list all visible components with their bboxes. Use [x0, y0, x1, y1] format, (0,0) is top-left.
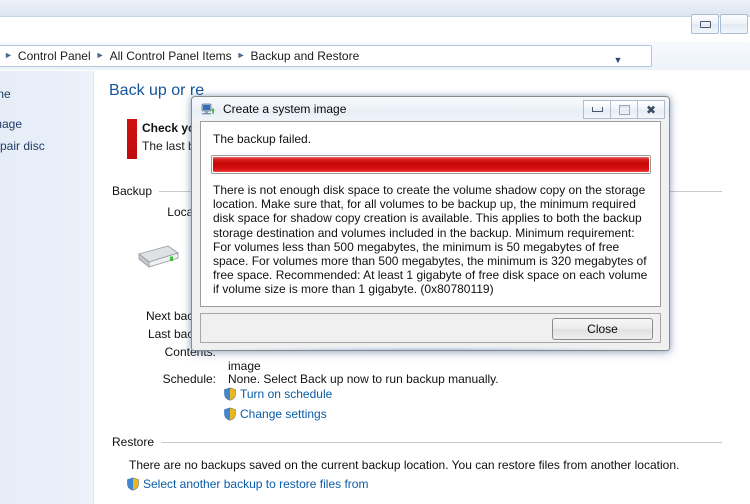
hard-drive-icon	[138, 245, 180, 268]
select-another-backup-link[interactable]: Select another backup to restore files f…	[126, 477, 368, 491]
uac-shield-icon	[224, 407, 236, 421]
dialog-minimize-button[interactable]	[583, 100, 611, 119]
screen: ► Control Panel ► All Control Panel Item…	[0, 0, 750, 504]
sidebar-item-create-system-image[interactable]: tem image	[0, 117, 22, 131]
restore-section-label: Restore	[112, 435, 155, 449]
dialog-title: Create a system image	[223, 102, 347, 116]
chevron-down-icon[interactable]: ▼	[611, 53, 625, 67]
schedule-value: None. Select Back up now to run backup m…	[228, 372, 499, 386]
turn-on-schedule-link[interactable]: Turn on schedule	[223, 387, 332, 401]
dialog-footer: Close	[200, 313, 661, 343]
contents-value: image	[228, 359, 261, 373]
progress-bar	[211, 155, 651, 174]
dialog-headline: The backup failed.	[213, 132, 312, 146]
sidebar: el Home tem image tem repair disc	[0, 71, 94, 504]
change-settings-label: Change settings	[240, 407, 327, 421]
maximize-icon	[618, 104, 630, 115]
alert-accent-bar	[127, 119, 137, 159]
uac-shield-icon	[127, 477, 139, 491]
minimize-icon	[591, 107, 603, 112]
window-maximize-button[interactable]	[720, 14, 748, 34]
uac-shield-icon	[224, 387, 236, 401]
window-controls	[691, 14, 748, 34]
minimize-icon	[699, 20, 711, 28]
window-titlebar	[0, 0, 750, 17]
page-title: Back up or re	[109, 82, 205, 99]
change-settings-link[interactable]: Change settings	[223, 407, 327, 421]
dialog-glow	[204, 347, 657, 350]
breadcrumb-chevron-icon: ►	[236, 50, 246, 60]
address-bar: ► Control Panel ► All Control Panel Item…	[0, 42, 750, 111]
breadcrumb-chevron-icon: ►	[4, 50, 13, 60]
schedule-label: Schedule:	[162, 372, 216, 386]
breadcrumb[interactable]: ► Control Panel ► All Control Panel Item…	[0, 45, 652, 67]
restore-section-header: Restore	[112, 435, 722, 449]
dialog-error-message: There is not enough disk space to create…	[213, 183, 648, 297]
close-icon: ✖	[645, 102, 657, 117]
section-divider	[161, 441, 722, 443]
window-minimize-button[interactable]	[691, 14, 719, 34]
sidebar-item-control-panel-home[interactable]: el Home	[0, 87, 11, 101]
turn-on-schedule-label: Turn on schedule	[240, 387, 333, 401]
restore-description: There are no backups saved on the curren…	[129, 458, 680, 472]
backup-section-label: Backup	[112, 184, 153, 198]
breadcrumb-item-backup-restore[interactable]: Backup and Restore	[251, 49, 360, 63]
dialog-maximize-button[interactable]	[610, 100, 638, 119]
dialog-close-button[interactable]: ✖	[637, 100, 665, 119]
dialog-body: The backup failed. There is not enough d…	[200, 121, 661, 307]
select-another-backup-label: Select another backup to restore files f…	[143, 477, 369, 491]
close-button[interactable]: Close	[552, 318, 653, 340]
breadcrumb-item-control-panel[interactable]: Control Panel	[18, 49, 91, 63]
breadcrumb-chevron-icon: ►	[95, 50, 105, 60]
sidebar-item-create-repair-disc[interactable]: tem repair disc	[0, 139, 45, 153]
progress-bar-fill	[213, 157, 649, 172]
create-system-image-dialog: Create a system image ✖ The backup faile…	[191, 96, 670, 351]
dialog-titlebar[interactable]: Create a system image ✖	[192, 97, 669, 121]
system-image-icon	[200, 101, 216, 117]
dialog-window-controls: ✖	[583, 100, 665, 119]
breadcrumb-item-all-items[interactable]: All Control Panel Items	[110, 49, 232, 63]
